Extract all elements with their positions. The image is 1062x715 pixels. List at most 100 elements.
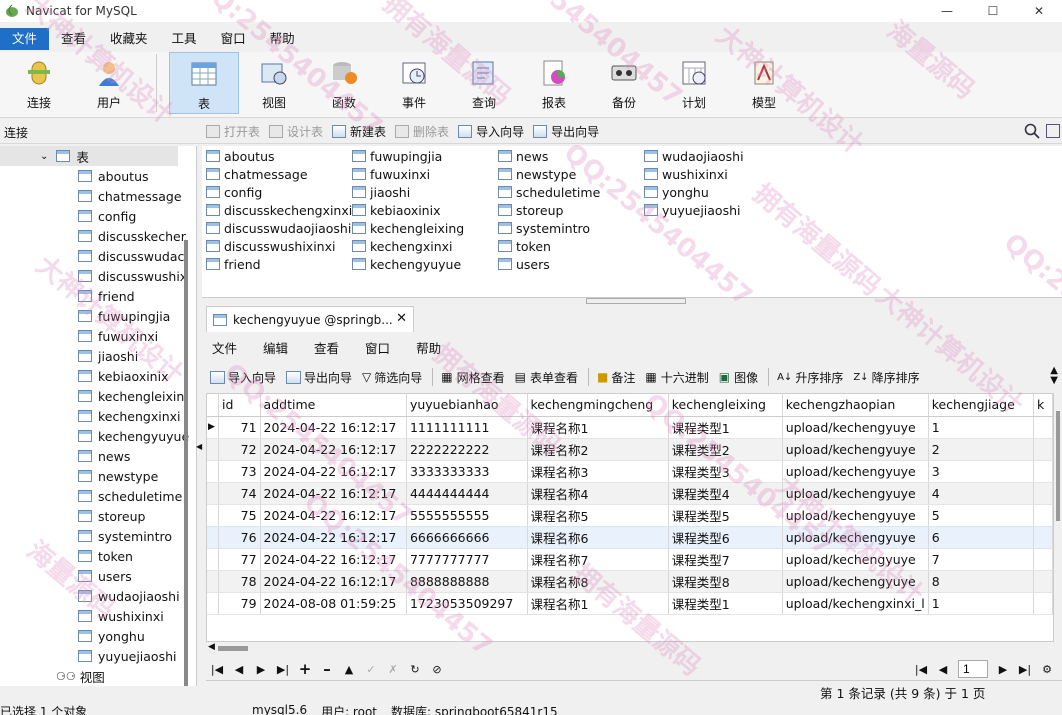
table-cell[interactable]: 6666666666 (406, 526, 528, 549)
table-cell[interactable]: 7 (928, 548, 1035, 571)
table-cell[interactable] (1033, 416, 1053, 439)
column-header[interactable]: yuyuebianhao (406, 394, 528, 417)
object-table-item[interactable]: friend (206, 255, 261, 273)
table-cell[interactable]: 课程名称8 (527, 570, 669, 593)
table-cell[interactable] (1033, 438, 1053, 461)
object-table-item[interactable]: discusswushixinxi (206, 237, 335, 255)
object-table-item[interactable]: fuwuxinxi (352, 165, 430, 183)
menu-view[interactable]: 查看 (49, 28, 98, 50)
sort-ascending-tool[interactable]: A↓ 升序排序 (777, 369, 843, 386)
form-view-tool[interactable]: ▤ 表单查看 (515, 369, 578, 386)
toolbar-schedule-button[interactable]: 计划 (659, 52, 729, 114)
tree-table-item[interactable]: users (78, 566, 132, 586)
tree-table-item[interactable]: kebiaoxinix (78, 366, 168, 386)
row-indicator[interactable] (207, 504, 219, 527)
table-cell[interactable]: 79 (218, 592, 261, 615)
table-menu-edit[interactable]: 编辑 (263, 338, 288, 357)
column-header[interactable]: kechengjiage (928, 394, 1035, 417)
table-cell[interactable]: 3 (928, 460, 1035, 483)
table-cell[interactable]: 5 (928, 504, 1035, 527)
table-row[interactable]: 78 2024-04-22 16:12:17 8888888888 课程名称8 课程类型… (207, 570, 1053, 593)
tree-table-item[interactable]: fuwuxinxi (78, 326, 158, 346)
scrollbar-thumb[interactable] (1056, 411, 1060, 521)
object-table-item[interactable]: yuyuejiaoshi (644, 201, 741, 219)
tab-kechengyuyue[interactable]: kechengyuyue @springb... ✕ (206, 306, 414, 332)
open-table-button[interactable]: 打开表 (206, 123, 260, 140)
table-cell[interactable]: 1 (928, 592, 1035, 615)
table-cell[interactable]: 课程名称1 (527, 416, 669, 439)
tree-table-item[interactable]: kechengleixin (78, 386, 184, 406)
delete-record-icon[interactable]: – (316, 660, 338, 678)
table-cell[interactable]: 课程名称1 (527, 592, 669, 615)
tree-table-item[interactable]: storeup (78, 506, 145, 526)
table-cell[interactable]: 课程类型3 (668, 460, 783, 483)
object-table-item[interactable]: fuwupingjia (352, 147, 442, 165)
tree-table-item[interactable]: token (78, 546, 133, 566)
current-row-indicator-icon[interactable]: ▶ (207, 416, 219, 439)
tree-table-item[interactable]: yonghu (78, 626, 145, 646)
tree-table-item[interactable]: aboutus (78, 166, 149, 186)
tree-table-item[interactable]: jiaoshi (78, 346, 138, 366)
tree-table-item[interactable]: discusswushix (78, 266, 187, 286)
toolbar-user-button[interactable]: 用户 (74, 52, 144, 114)
table-cell[interactable]: 2024-04-22 16:12:17 (260, 526, 407, 549)
memo-tool[interactable]: ■ 备注 (597, 369, 635, 386)
toolbar-backup-button[interactable]: 备份 (589, 52, 659, 114)
toolbar-overflow-icon[interactable]: ▲ ▼ (1050, 366, 1058, 386)
table-cell[interactable]: 73 (218, 460, 261, 483)
object-table-item[interactable]: token (498, 237, 551, 255)
table-cell[interactable]: upload/kechengyuye (782, 460, 929, 483)
row-indicator[interactable] (207, 548, 219, 571)
object-table-item[interactable]: kebiaoxinix (352, 201, 440, 219)
import-wizard-button[interactable]: 导入向导 (458, 123, 524, 140)
column-header[interactable]: kechengleixing (668, 394, 783, 417)
tree-table-item[interactable]: news (78, 446, 130, 466)
table-row[interactable]: ▶ 71 2024-04-22 16:12:17 1111111111 课程名称1 课程类… (207, 416, 1053, 439)
table-cell[interactable]: 3333333333 (406, 460, 528, 483)
table-cell[interactable]: 2 (928, 438, 1035, 461)
table-menu-window[interactable]: 窗口 (365, 338, 390, 357)
object-table-item[interactable]: systemintro (498, 219, 590, 237)
new-table-button[interactable]: 新建表 (332, 123, 386, 140)
object-table-item[interactable]: chatmessage (206, 165, 308, 183)
image-tool[interactable]: ▣ 图像 (719, 369, 758, 386)
column-header[interactable]: id (218, 394, 261, 417)
column-header[interactable]: addtime (260, 394, 407, 417)
grid-horizontal-scrollbar[interactable]: ◀ (206, 642, 1054, 654)
table-cell[interactable]: 8888888888 (406, 570, 528, 593)
maximize-button[interactable]: ☐ (970, 0, 1016, 22)
table-cell[interactable]: 71 (218, 416, 261, 439)
table-cell[interactable] (1033, 482, 1053, 505)
object-table-item[interactable]: storeup (498, 201, 563, 219)
tree-table-item[interactable]: newstype (78, 466, 158, 486)
row-indicator[interactable] (207, 438, 219, 461)
table-cell[interactable]: 2024-04-22 16:12:17 (260, 482, 407, 505)
add-record-icon[interactable]: + (294, 660, 316, 678)
tree-table-item[interactable]: wushixinxi (78, 606, 164, 626)
table-cell[interactable]: 课程类型6 (668, 526, 783, 549)
close-tab-icon[interactable]: ✕ (396, 311, 407, 326)
first-record-icon[interactable]: |◀ (206, 663, 228, 676)
toolbar-connection-button[interactable]: 连接 (4, 52, 74, 114)
table-cell[interactable]: 1111111111 (406, 416, 528, 439)
confirm-icon[interactable]: ✓ (360, 663, 382, 676)
object-table-item[interactable]: kechengyuyue (352, 255, 461, 273)
grid-view-icon[interactable] (1046, 124, 1060, 138)
export-wizard-tool[interactable]: 导出向导 (286, 369, 352, 386)
tree-table-item[interactable]: friend (78, 286, 135, 306)
table-cell[interactable]: 课程名称2 (527, 438, 669, 461)
tree-table-item[interactable]: kechengyuyue (78, 426, 189, 446)
table-cell[interactable]: upload/kechengyuye (782, 438, 929, 461)
menu-favorites[interactable]: 收藏夹 (98, 28, 160, 50)
menu-window[interactable]: 窗口 (209, 28, 258, 50)
sort-descending-tool[interactable]: Z↓ 降序排序 (853, 369, 919, 386)
design-table-button[interactable]: 设计表 (269, 123, 323, 140)
column-header[interactable]: k (1033, 394, 1053, 417)
tree-table-item[interactable]: discusskecher (78, 226, 186, 246)
object-table-item[interactable]: scheduletime (498, 183, 600, 201)
next-page-icon[interactable]: ▶ (992, 663, 1014, 676)
table-cell[interactable]: 4 (928, 482, 1035, 505)
table-cell[interactable]: 课程类型1 (668, 416, 783, 439)
table-cell[interactable] (1033, 570, 1053, 593)
tree-table-item[interactable]: kechengxinxi (78, 406, 181, 426)
